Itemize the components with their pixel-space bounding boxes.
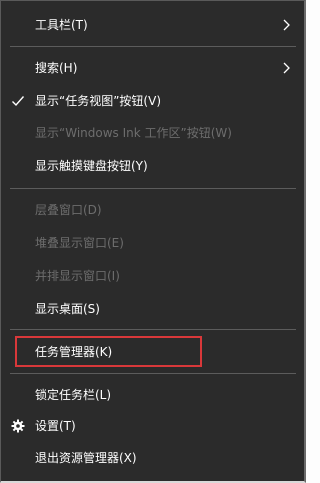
menu-item-lock-taskbar[interactable]: 锁定任务栏(L): [1, 380, 304, 410]
gear-icon: [11, 419, 25, 433]
menu-separator: [10, 188, 296, 189]
menu-item-label: 显示“Windows Ink 工作区”按钮(W): [35, 126, 232, 140]
checkmark-icon: [12, 96, 25, 107]
menu-item-label: 设置(T): [35, 419, 76, 433]
taskbar-context-menu: 工具栏(T) 搜索(H) 显示“任务视图”按钮(V) 显示“Windows In…: [0, 0, 306, 483]
chevron-right-icon: [283, 62, 290, 74]
menu-item-label: 退出资源管理器(X): [35, 451, 137, 465]
menu-item-label: 工具栏(T): [35, 18, 88, 32]
menu-item-label: 任务管理器(K): [35, 345, 113, 359]
menu-item-exit-explorer[interactable]: 退出资源管理器(X): [1, 443, 304, 473]
menu-item-search[interactable]: 搜索(H): [1, 53, 304, 83]
menu-item-show-touch-keyboard-button[interactable]: 显示触摸键盘按钮(Y): [1, 151, 304, 181]
menu-item-label: 搜索(H): [35, 61, 78, 75]
menu-item-toolbars[interactable]: 工具栏(T): [1, 10, 304, 40]
menu-separator: [10, 46, 296, 47]
menu-separator: [10, 373, 296, 374]
menu-item-side-by-side-windows: 并排显示窗口(I): [1, 261, 304, 291]
menu-item-show-desktop[interactable]: 显示桌面(S): [1, 294, 304, 324]
menu-item-show-task-view-button[interactable]: 显示“任务视图”按钮(V): [1, 86, 304, 116]
menu-item-label: 并排显示窗口(I): [35, 269, 120, 283]
menu-item-task-manager[interactable]: 任务管理器(K): [1, 337, 304, 367]
chevron-right-icon: [283, 19, 290, 31]
menu-separator: [10, 329, 296, 330]
menu-item-label: 显示“任务视图”按钮(V): [35, 94, 162, 108]
menu-item-label: 显示桌面(S): [35, 302, 100, 316]
menu-item-show-windows-ink-button: 显示“Windows Ink 工作区”按钮(W): [1, 118, 304, 148]
menu-item-label: 显示触摸键盘按钮(Y): [35, 159, 148, 173]
menu-item-settings[interactable]: 设置(T): [1, 411, 304, 441]
menu-item-label: 层叠窗口(D): [35, 203, 102, 217]
menu-item-cascade-windows: 层叠窗口(D): [1, 195, 304, 225]
menu-item-stack-windows: 堆叠显示窗口(E): [1, 228, 304, 258]
menu-item-label: 锁定任务栏(L): [35, 388, 112, 402]
menu-item-label: 堆叠显示窗口(E): [35, 236, 124, 250]
